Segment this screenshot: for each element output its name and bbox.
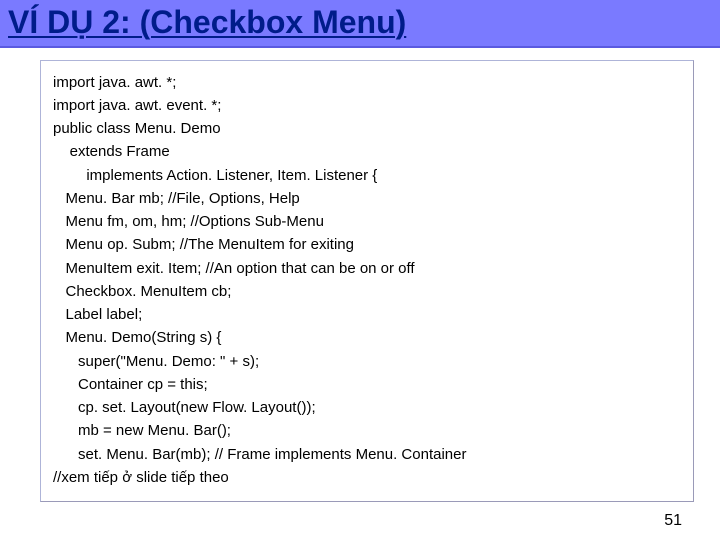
- code-line: MenuItem exit. Item; //An option that ca…: [53, 257, 681, 280]
- code-line: super("Menu. Demo: " + s);: [53, 350, 681, 373]
- code-line: mb = new Menu. Bar();: [53, 419, 681, 442]
- code-line: Menu op. Subm; //The MenuItem for exitin…: [53, 233, 681, 256]
- code-line: Menu fm, om, hm; //Options Sub-Menu: [53, 210, 681, 233]
- slide: VÍ DỤ 2: (Checkbox Menu) import java. aw…: [0, 0, 720, 540]
- title-band: VÍ DỤ 2: (Checkbox Menu): [0, 0, 720, 48]
- code-line: //xem tiếp ở slide tiếp theo: [53, 466, 681, 489]
- code-line: implements Action. Listener, Item. Liste…: [53, 164, 681, 187]
- code-line: import java. awt. event. *;: [53, 94, 681, 117]
- code-line: import java. awt. *;: [53, 71, 681, 94]
- code-line: set. Menu. Bar(mb); // Frame implements …: [53, 443, 681, 466]
- code-line: Container cp = this;: [53, 373, 681, 396]
- slide-title: VÍ DỤ 2: (Checkbox Menu): [8, 6, 712, 40]
- code-line: Label label;: [53, 303, 681, 326]
- code-line: Menu. Bar mb; //File, Options, Help: [53, 187, 681, 210]
- page-number: 51: [664, 512, 682, 530]
- code-line: extends Frame: [53, 140, 681, 163]
- code-block: import java. awt. *; import java. awt. e…: [40, 60, 694, 503]
- code-line: public class Menu. Demo: [53, 117, 681, 140]
- code-line: cp. set. Layout(new Flow. Layout());: [53, 396, 681, 419]
- code-line: Checkbox. MenuItem cb;: [53, 280, 681, 303]
- code-line: Menu. Demo(String s) {: [53, 326, 681, 349]
